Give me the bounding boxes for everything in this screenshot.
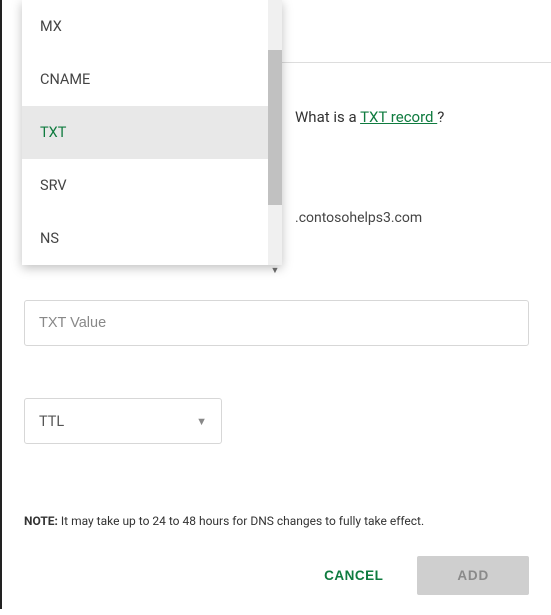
ttl-select[interactable]: TTL ▼ bbox=[24, 398, 222, 444]
cancel-button[interactable]: CANCEL bbox=[316, 558, 391, 593]
txt-value-input[interactable] bbox=[24, 300, 529, 346]
record-type-info: What is a TXT record ? bbox=[295, 108, 444, 126]
dropdown-item-mx[interactable]: MX bbox=[22, 0, 282, 53]
info-prefix: What is a bbox=[295, 108, 360, 126]
dropdown-scrollbar-thumb[interactable] bbox=[268, 50, 282, 205]
add-button[interactable]: ADD bbox=[417, 556, 529, 595]
button-row: CANCEL ADD bbox=[24, 556, 529, 595]
record-type-dropdown[interactable]: MX CNAME TXT SRV NS ▼ bbox=[22, 0, 282, 265]
note-text: NOTE: It may take up to 24 to 48 hours f… bbox=[24, 514, 529, 528]
divider bbox=[282, 62, 551, 63]
txt-record-link[interactable]: TXT record bbox=[360, 108, 437, 126]
note-label: NOTE: bbox=[24, 514, 58, 528]
dropdown-item-cname[interactable]: CNAME bbox=[22, 53, 282, 106]
note-body: It may take up to 24 to 48 hours for DNS… bbox=[58, 514, 424, 528]
scroll-down-icon[interactable]: ▼ bbox=[268, 263, 282, 277]
dropdown-item-txt[interactable]: TXT bbox=[22, 106, 282, 159]
dropdown-item-ns[interactable]: NS bbox=[22, 212, 282, 265]
dropdown-item-srv[interactable]: SRV bbox=[22, 159, 282, 212]
domain-suffix: .contosohelps3.com bbox=[295, 210, 422, 226]
ttl-label: TTL bbox=[39, 413, 64, 430]
info-suffix: ? bbox=[437, 108, 444, 126]
chevron-down-icon: ▼ bbox=[196, 415, 207, 428]
